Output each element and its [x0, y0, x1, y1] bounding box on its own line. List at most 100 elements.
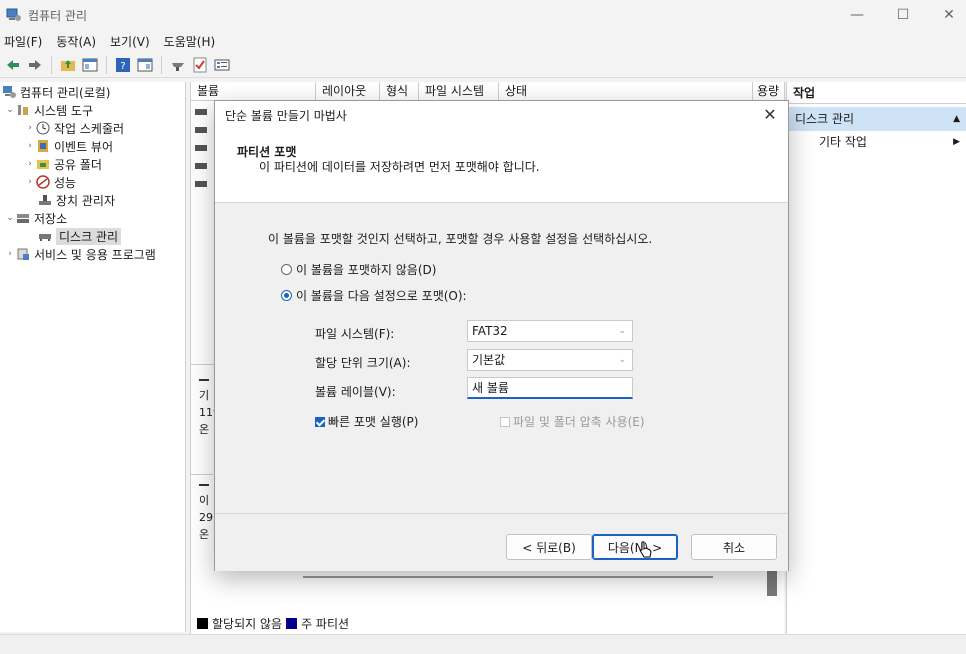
radio-button[interactable]	[281, 264, 292, 275]
new-simple-volume-wizard: 단순 볼륨 만들기 마법사 ✕ 파티션 포맷 이 파티션에 데이터를 저장하려면…	[214, 100, 789, 571]
collapse-triangle-icon[interactable]: ▲	[953, 107, 960, 131]
chevron-right-icon[interactable]: ›	[24, 177, 36, 187]
volume-row[interactable]	[195, 140, 207, 156]
actions-header: 작업	[787, 82, 966, 104]
hand-cursor-icon	[639, 541, 652, 558]
drive-icon	[195, 127, 207, 133]
column-header-type[interactable]: 형식	[380, 82, 419, 101]
checkbox-checked[interactable]	[315, 416, 325, 427]
navigation-tree: 컴퓨터 관리(로컬) ⌄ 시스템 도구 › 작업 스케줄러 › 이벤트 뷰어 ›…	[0, 82, 186, 632]
column-header-layout[interactable]: 레이아웃	[316, 82, 380, 101]
unallocated-swatch	[197, 618, 208, 629]
drive-icon	[195, 163, 207, 169]
volume-row[interactable]	[195, 176, 207, 192]
menu-file[interactable]: 파일(F)	[4, 33, 42, 50]
dialog-close-icon[interactable]: ✕	[760, 105, 780, 125]
show-hide-tree-icon[interactable]	[81, 56, 99, 74]
allocation-unit-select[interactable]: 기본값 ⌄	[467, 349, 633, 371]
window-title: 컴퓨터 관리	[28, 8, 88, 23]
unallocated-partition-bar[interactable]	[303, 576, 713, 578]
toolbar-separator	[106, 55, 107, 74]
forward-arrow-icon[interactable]	[26, 56, 44, 74]
shared-folder-icon	[37, 160, 49, 169]
dialog-footer: < 뒤로(B) 다음(N) > 취소	[215, 513, 788, 571]
computer-management-icon	[6, 8, 21, 21]
column-header-capacity[interactable]: 용량	[753, 82, 785, 101]
file-system-select[interactable]: FAT32 ⌄	[467, 320, 633, 342]
action-more-actions[interactable]: 기타 작업 ▶	[787, 131, 966, 153]
tree-item-event-viewer[interactable]: › 이벤트 뷰어	[24, 137, 113, 155]
chevron-right-icon[interactable]: ›	[24, 141, 36, 151]
radio-do-not-format[interactable]: 이 볼륨을 포맷하지 않음(D)	[281, 261, 436, 278]
title-bar: 컴퓨터 관리 — ☐ ✕	[0, 0, 966, 30]
menu-help[interactable]: 도움말(H)	[164, 33, 216, 50]
toolbar-separator	[161, 55, 162, 74]
minimize-button[interactable]: —	[834, 0, 880, 30]
storage-icon	[17, 214, 29, 223]
cancel-button[interactable]: 취소	[691, 534, 777, 560]
tree-item-device-manager[interactable]: 장치 관리자	[38, 191, 115, 209]
services-icon	[17, 248, 29, 260]
chevron-right-icon[interactable]: ›	[24, 159, 36, 169]
volume-row[interactable]	[195, 158, 207, 174]
action-disk-management[interactable]: 디스크 관리 ▲	[787, 107, 966, 131]
chevron-right-icon[interactable]: ›	[24, 123, 36, 133]
column-header-volume[interactable]: 볼륨	[191, 82, 316, 101]
volume-row[interactable]	[195, 122, 207, 138]
tree-item-task-scheduler[interactable]: › 작업 스케줄러	[24, 119, 124, 137]
file-system-label: 파일 시스템(F):	[315, 327, 395, 341]
radio-format-with-settings[interactable]: 이 볼륨을 다음 설정으로 포맷(O):	[281, 287, 467, 304]
expand-triangle-icon: ▶	[953, 137, 960, 147]
disk-icon	[199, 484, 209, 486]
connect-icon[interactable]	[169, 56, 187, 74]
chevron-right-icon[interactable]: ›	[4, 249, 16, 259]
primary-partition-swatch	[286, 618, 298, 629]
volume-row[interactable]	[195, 104, 207, 120]
show-action-pane-icon[interactable]	[136, 56, 154, 74]
tools-icon	[18, 105, 28, 115]
actions-pane: 작업 디스크 관리 ▲ 기타 작업 ▶	[786, 82, 966, 634]
next-button[interactable]: 다음(N) >	[592, 534, 678, 560]
menu-action[interactable]: 동작(A)	[56, 33, 96, 50]
scrollbar-thumb[interactable]	[767, 568, 777, 596]
tree-item-services-applications[interactable]: › 서비스 및 응용 프로그램	[4, 245, 156, 263]
menu-bar: 파일(F) 동작(A) 보기(V) 도움말(H)	[0, 30, 966, 52]
help-icon[interactable]: ?	[114, 56, 132, 74]
back-arrow-icon[interactable]	[4, 56, 22, 74]
volume-label-input[interactable]: 새 볼륨	[467, 377, 633, 399]
quick-format-checkbox[interactable]: 빠른 포맷 실행(P)	[315, 413, 418, 430]
tree-item-storage[interactable]: ⌄ 저장소	[4, 209, 67, 227]
svg-text:?: ?	[120, 61, 125, 72]
tree-item-system-tools[interactable]: ⌄ 시스템 도구	[4, 101, 93, 119]
drive-icon	[195, 145, 207, 151]
column-header-file-system[interactable]: 파일 시스템	[419, 82, 499, 101]
toolbar-separator	[51, 55, 52, 74]
menu-view[interactable]: 보기(V)	[110, 33, 150, 50]
chevron-down-icon[interactable]: ⌄	[4, 213, 16, 223]
up-folder-icon[interactable]	[59, 56, 77, 74]
chevron-down-icon: ⌄	[618, 326, 626, 336]
chevron-down-icon[interactable]: ⌄	[4, 105, 16, 115]
disk-icon	[199, 379, 209, 381]
radio-button-selected[interactable]	[281, 290, 292, 301]
volume-label-label: 볼륨 레이블(V):	[315, 385, 396, 399]
tree-item-shared-folders[interactable]: › 공유 폴더	[24, 155, 102, 173]
dialog-subheading: 이 파티션에 데이터를 저장하려면 먼저 포맷해야 합니다.	[259, 160, 540, 174]
column-header-status[interactable]: 상태	[499, 82, 753, 101]
tree-item-computer-management[interactable]: 컴퓨터 관리(로컬)	[2, 83, 110, 101]
tree-item-disk-management[interactable]: 디스크 관리	[38, 227, 122, 245]
event-viewer-icon	[38, 140, 48, 152]
disk-management-icon	[39, 234, 51, 241]
properties-icon[interactable]	[213, 56, 231, 74]
partition-legend: 할당되지 않음 주 파티션	[197, 615, 349, 632]
close-window-button[interactable]: ✕	[926, 0, 966, 30]
checklist-icon[interactable]	[191, 56, 209, 74]
computer-management-icon	[3, 86, 16, 98]
format-prompt: 이 볼륨을 포맷할 것인지 선택하고, 포맷할 경우 사용할 설정을 선택하십시…	[268, 232, 653, 246]
compression-checkbox: 파일 및 폴더 압축 사용(E)	[500, 413, 645, 430]
tree-item-performance[interactable]: › 성능	[24, 173, 76, 191]
back-button[interactable]: < 뒤로(B)	[506, 534, 592, 560]
dialog-title: 단순 볼륨 만들기 마법사	[215, 101, 788, 131]
maximize-button[interactable]: ☐	[880, 0, 926, 30]
toolbar: ?	[0, 52, 966, 78]
